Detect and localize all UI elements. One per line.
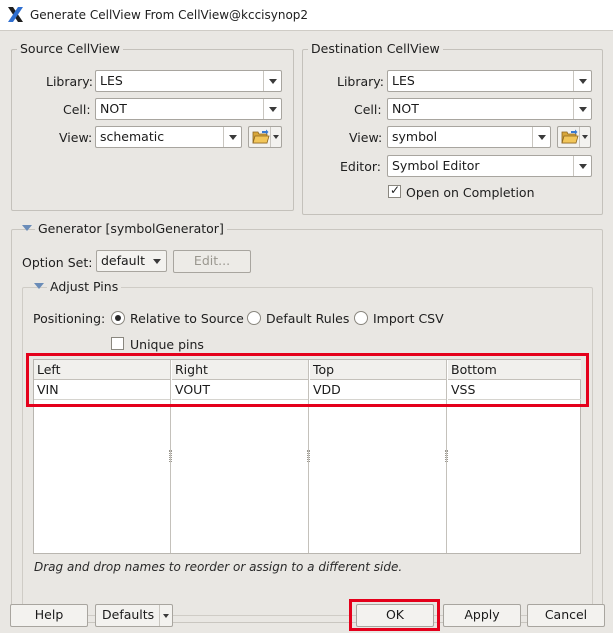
chevron-down-icon[interactable] [159,605,172,626]
import-csv-radio[interactable] [354,311,368,325]
unique-pins-checkbox[interactable] [111,337,124,350]
defaults-label: Defaults [102,607,155,622]
chevron-down-icon[interactable] [573,156,591,176]
option-set-label: Option Set: [22,255,93,270]
dialog-body: Source CellView Library: LES Cell: NOT V… [0,30,613,633]
chevron-down-icon[interactable] [573,99,591,119]
destination-view-label: View: [349,130,383,145]
default-rules-radio[interactable] [247,311,261,325]
drag-drop-hint: Drag and drop names to reorder or assign… [34,560,403,574]
option-set-value: default [101,253,145,268]
source-view-value: schematic [100,129,165,144]
source-library-label: Library: [46,74,94,89]
source-library-combo[interactable]: LES [95,70,282,92]
app-x-icon [8,7,23,22]
import-csv-label[interactable]: Import CSV [373,311,444,326]
destination-library-value: LES [392,73,415,88]
source-view-label: View: [59,130,93,145]
adjust-pins-title[interactable]: Adjust Pins [47,279,122,294]
destination-cell-value: NOT [392,101,419,116]
destination-cell-label: Cell: [354,102,382,117]
radio-selected-icon [115,315,121,321]
source-browse-button[interactable] [248,126,282,148]
chevron-down-icon[interactable] [263,99,281,119]
relative-to-source-label[interactable]: Relative to Source [130,311,244,326]
source-library-value: LES [100,73,123,88]
section-expand-icon[interactable] [34,283,44,289]
chevron-down-icon[interactable] [148,251,166,271]
default-rules-label[interactable]: Default Rules [266,311,349,326]
chevron-down-icon[interactable] [263,71,281,91]
help-button[interactable]: Help [10,604,88,627]
chevron-down-icon[interactable] [223,127,241,147]
destination-view-combo[interactable]: symbol [387,126,551,148]
destination-view-value: symbol [392,129,438,144]
destination-library-label: Library: [337,74,385,89]
chevron-down-icon[interactable] [270,127,281,147]
destination-browse-button[interactable] [557,126,591,148]
source-cellview-title: Source CellView [17,41,123,56]
destination-cellview-title: Destination CellView [308,41,443,56]
destination-library-combo[interactable]: LES [387,70,592,92]
source-cell-label: Cell: [63,102,91,117]
destination-editor-label: Editor: [340,159,381,174]
check-icon: ✓ [390,183,401,197]
destination-editor-value: Symbol Editor [392,158,480,173]
generator-title[interactable]: Generator [symbolGenerator] [35,221,227,236]
open-on-completion-checkbox[interactable]: ✓ [388,183,401,198]
relative-to-source-radio[interactable] [111,311,125,325]
source-cell-value: NOT [100,101,127,116]
ok-button-highlight [349,599,440,631]
section-expand-icon[interactable] [22,225,32,231]
option-set-combo[interactable]: default [96,250,167,272]
positioning-label: Positioning: [33,311,106,326]
apply-button[interactable]: Apply [443,604,521,627]
folder-open-icon [252,129,270,144]
destination-cell-combo[interactable]: NOT [387,98,592,120]
chevron-down-icon[interactable] [579,127,590,147]
chevron-down-icon[interactable] [573,71,591,91]
defaults-button[interactable]: Defaults [95,604,173,627]
destination-editor-combo[interactable]: Symbol Editor [387,155,592,177]
title-bar: Generate CellView From CellView@kccisyno… [0,0,613,30]
open-on-completion-label[interactable]: Open on Completion [406,185,535,200]
cancel-button[interactable]: Cancel [527,604,605,627]
window-title: Generate CellView From CellView@kccisyno… [30,8,309,22]
source-cell-combo[interactable]: NOT [95,98,282,120]
chevron-down-icon[interactable] [532,127,550,147]
edit-button[interactable]: Edit... [173,250,251,273]
source-view-combo[interactable]: schematic [95,126,242,148]
pin-table-highlight [26,353,589,407]
folder-open-icon [561,129,579,144]
unique-pins-label[interactable]: Unique pins [130,337,204,352]
